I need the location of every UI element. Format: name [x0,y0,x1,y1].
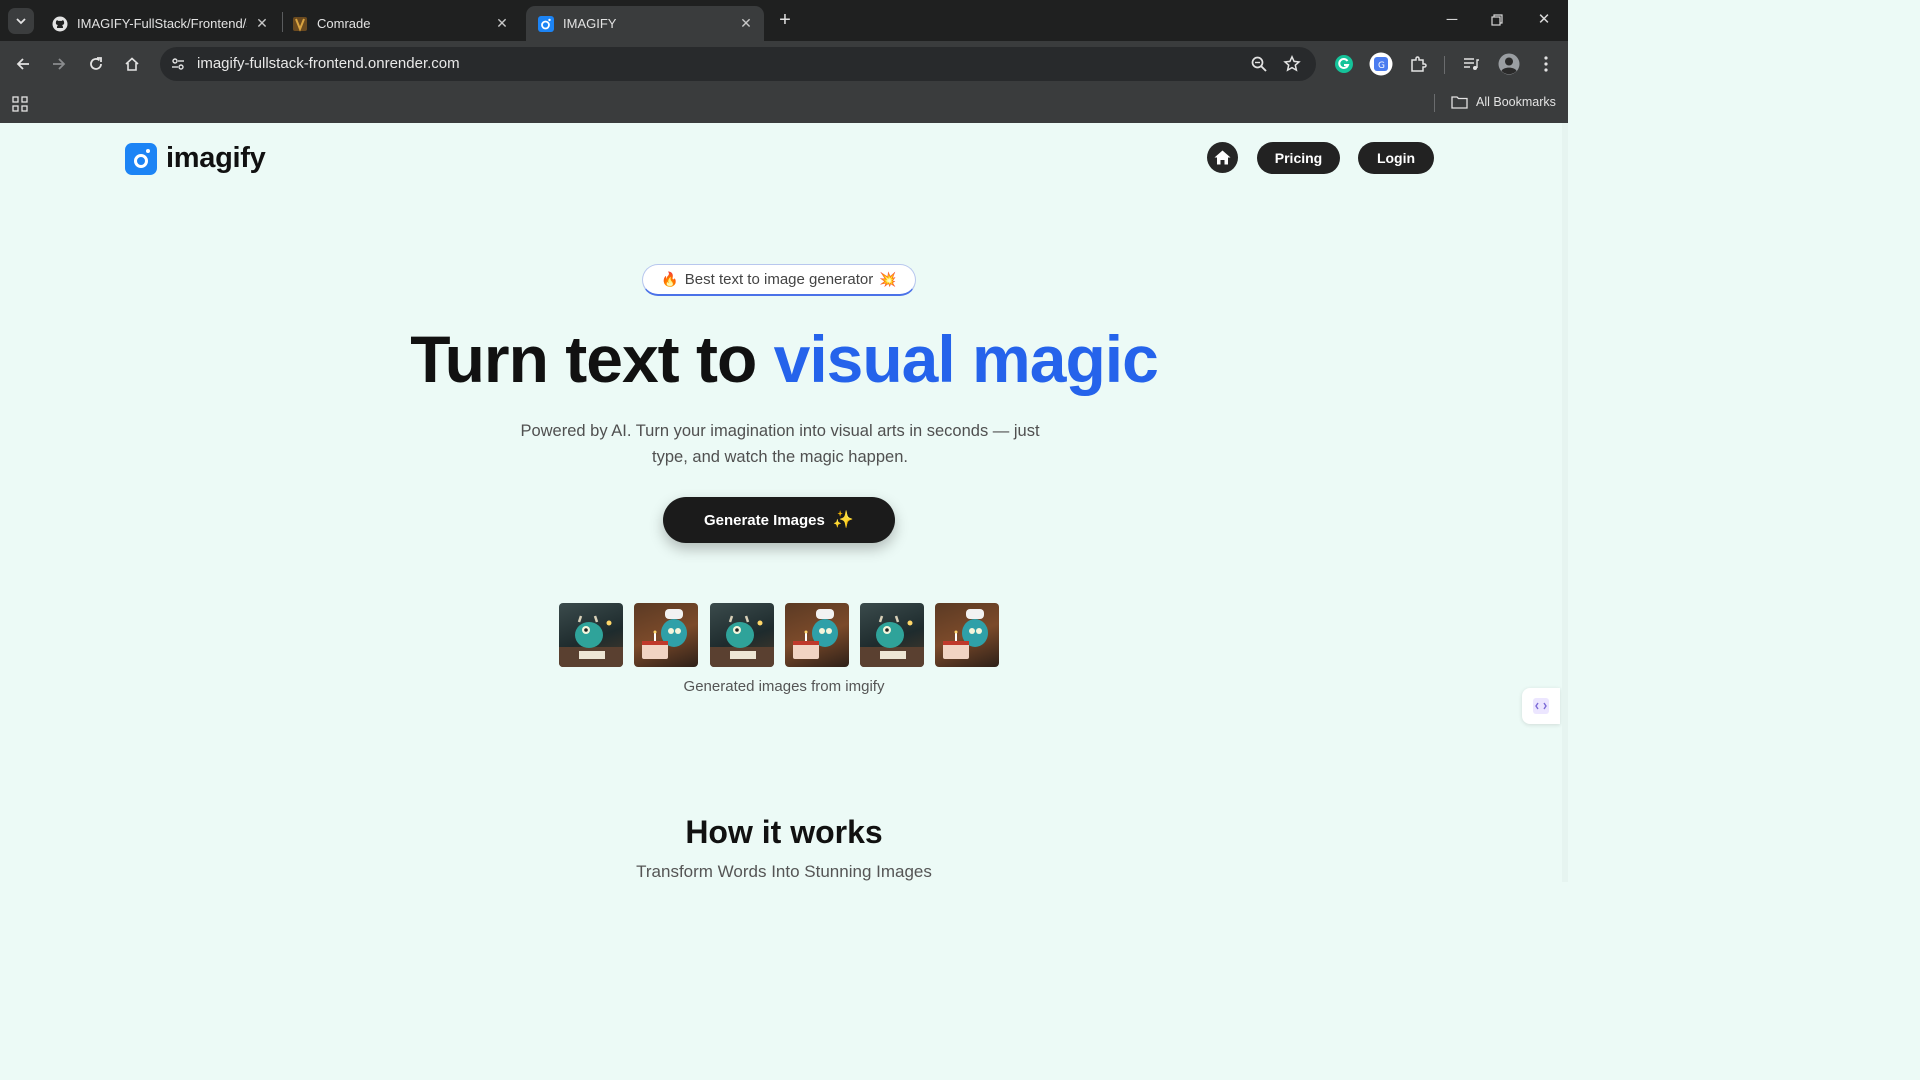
svg-text:G: G [1378,61,1385,71]
arrow-right-icon [53,58,66,70]
avatar-icon [1498,53,1520,75]
hero-badge: 🔥 Best text to image generator 💥 [642,264,916,296]
sample-image-thumbnail[interactable] [784,603,849,667]
close-tab-icon[interactable]: ✕ [494,15,510,31]
site-info-button[interactable] [166,52,190,76]
restore-window-icon [1491,14,1503,26]
burst-icon: 💥 [879,271,897,287]
generate-images-button[interactable]: Generate Images ✨ [663,497,895,543]
browser-tabstrip: IMAGIFY-FullStack/Frontend/src ✕ Comrade… [0,0,1568,41]
hero-subtitle: Powered by AI. Turn your imagination int… [520,422,1040,466]
how-it-works-subtitle: Transform Words Into Stunning Images [636,862,932,881]
bookmark-star-icon[interactable] [1283,55,1301,73]
tab-title: Comrade [317,16,371,31]
forward-button[interactable] [48,53,70,75]
tab-imagify[interactable]: IMAGIFY ✕ [526,6,764,41]
apps-grid-icon[interactable] [12,96,28,112]
sample-image-thumbnail[interactable] [935,603,1000,667]
grammarly-icon [1335,55,1353,73]
tab-comrade[interactable]: Comrade ✕ [280,6,520,41]
headline-plain: Turn text to [410,322,757,396]
monster-writing-art [709,615,774,667]
restore-icon[interactable] [1485,9,1509,31]
bookmarks-divider [1434,94,1435,112]
grammarly-extension[interactable] [1333,53,1355,75]
sample-thumbnails [559,603,1000,667]
thumbnails-caption: Generated images from imgify [683,678,885,695]
tab-search-button[interactable] [8,8,34,34]
home-icon [1214,150,1231,165]
badge-text: Best text to image generator [684,271,874,288]
close-window-icon[interactable]: ✕ [1532,9,1556,31]
new-tab-button[interactable]: + [775,10,795,30]
puzzle-icon [1411,56,1427,72]
all-bookmarks-label: All Bookmarks [1476,95,1556,109]
url-text[interactable]: imagify-fullstack-frontend.onrender.com [197,55,460,72]
media-control-button[interactable] [1460,53,1482,75]
address-bar[interactable]: imagify-fullstack-frontend.onrender.com [160,47,1316,81]
home-outline-icon [125,57,139,71]
close-tab-icon[interactable]: ✕ [254,15,270,31]
tab-title: IMAGIFY-FullStack/Frontend/src [77,16,247,31]
generate-images-label: Generate Images [703,511,825,529]
tab-title: IMAGIFY [563,16,617,31]
chevron-down-icon [16,18,26,25]
sample-image-thumbnail[interactable] [559,603,623,667]
tune-icon [172,58,184,70]
side-panel-widget[interactable] [1522,688,1560,724]
toolbar-divider [1444,56,1445,74]
bookmarks-bar: All Bookmarks [0,87,1568,123]
pricing-button[interactable]: Pricing [1257,142,1340,174]
back-button[interactable] [12,53,34,75]
github-icon [52,16,68,31]
sample-image-thumbnail[interactable] [709,603,774,667]
sparkles-icon: ✨ [832,510,855,529]
home-button[interactable] [1207,142,1238,173]
hero-headline: Turn text to visual magic [0,321,1568,397]
scrollbar-track[interactable] [1562,123,1568,882]
code-brackets-icon [1533,698,1549,714]
reload-button[interactable] [85,53,107,75]
more-vertical-icon [1544,56,1548,72]
imagify-page: imagify Pricing Login 🔥 Best text to ima… [0,123,1568,882]
sample-image-thumbnail[interactable] [634,603,699,667]
minimize-icon[interactable]: ─ [1440,9,1464,31]
sample-image-thumbnail[interactable] [860,603,925,667]
fire-icon: 🔥 [661,271,679,287]
headline-accent: visual magic [773,322,1159,396]
translate-icon: G [1369,52,1393,76]
monster-chef-cake-art [943,609,989,659]
login-button[interactable]: Login [1358,142,1434,174]
playlist-icon [1464,58,1479,70]
imagify-icon [538,15,554,32]
reload-icon [90,57,102,70]
logo-mark-icon [125,142,157,175]
how-it-works-title: How it works [685,814,883,850]
arrow-left-icon [16,58,29,70]
home-browser-button[interactable] [121,53,143,75]
close-tab-icon[interactable]: ✕ [738,15,754,31]
brand-name: imagify [166,142,266,174]
all-bookmarks-button[interactable]: All Bookmarks [1451,95,1556,109]
zoom-icon[interactable] [1250,55,1268,73]
monster-writing-art [559,615,623,667]
extensions-button[interactable] [1407,53,1429,75]
brand-logo[interactable]: imagify [125,142,266,175]
monster-chef-cake-art [792,609,838,659]
comrade-icon [293,16,307,32]
monster-chef-cake-art [642,609,688,659]
translate-extension[interactable]: G [1369,52,1393,76]
folder-icon [1451,96,1468,109]
browser-toolbar: imagify-fullstack-frontend.onrender.com … [0,41,1568,87]
tab-github[interactable]: IMAGIFY-FullStack/Frontend/src ✕ [40,6,280,41]
browser-menu-button[interactable] [1535,53,1557,75]
profile-avatar[interactable] [1497,52,1521,76]
monster-writing-art [860,615,925,667]
